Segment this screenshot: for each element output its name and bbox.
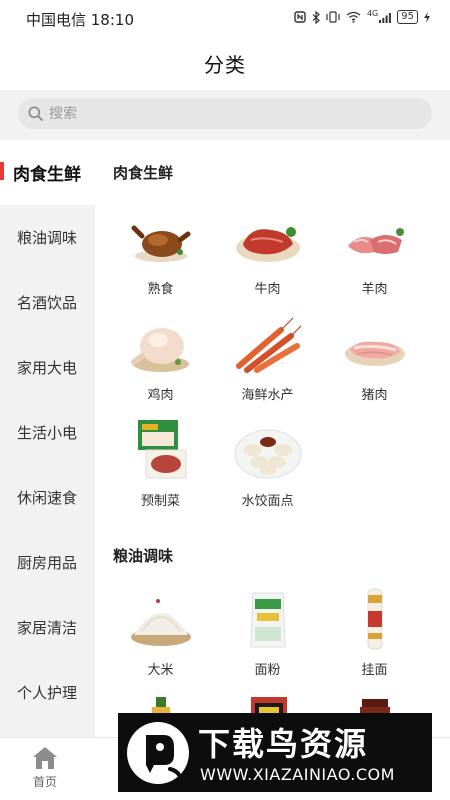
subcategory-item[interactable]: 猪肉: [321, 308, 428, 414]
subcategory-label: 牛肉: [254, 282, 281, 297]
subcategory-label: 羊肉: [361, 282, 388, 297]
search-icon: [28, 106, 43, 121]
search-box[interactable]: [18, 98, 432, 129]
sidebar-item-kitchenware[interactable]: 厨房用品: [0, 530, 95, 595]
subcategory-item[interactable]: 预制菜: [107, 414, 214, 520]
header: 分类: [0, 34, 450, 90]
category-sidebar: 肉食生鲜 粮油调味 名酒饮品 家用大电 生活小电 休闲速食 厨房用品 家居清洁 …: [0, 140, 95, 737]
sidebar-item-label: 生活小电: [17, 424, 78, 442]
subcategory-label: 猪肉: [361, 388, 388, 403]
search-bar: [0, 90, 450, 140]
sidebar-item-label: 休闲速食: [17, 489, 78, 507]
prepared-dish-icon: [137, 420, 186, 479]
network-type: 4G: [366, 8, 379, 18]
sidebar-item-label: 厨房用品: [17, 554, 78, 572]
subcategory-label: 海鲜水产: [241, 388, 294, 403]
section-title: 粮油调味: [113, 547, 174, 565]
status-icons: 4G 95: [294, 8, 430, 24]
lamb-icon: [347, 228, 404, 254]
category-content: 肉食生鲜 熟食 牛肉 羊肉 鸡肉 海鲜水产 猪肉 预制菜 水饺面点 粮油调味 大…: [95, 140, 450, 737]
sidebar-item-label: 家用大电: [17, 359, 78, 377]
beef-icon: [235, 227, 300, 262]
sidebar-item-liquor-drinks[interactable]: 名酒饮品: [0, 270, 95, 335]
watermark-title: 下载鸟资源: [198, 725, 369, 763]
roast-chicken-icon: [131, 225, 190, 262]
sidebar-item-label: 粮油调味: [17, 229, 78, 247]
signal-icon: [379, 12, 392, 23]
charging-icon: [424, 11, 430, 23]
status-bar: 中国电信 18:10 4G 95: [0, 0, 450, 34]
sidebar-item-label: 名酒饮品: [17, 294, 78, 312]
subcategory-item[interactable]: 鸡肉: [107, 308, 214, 414]
subcategory-item[interactable]: 熟食: [107, 202, 214, 308]
tab-home[interactable]: 首页: [10, 746, 80, 790]
subcategory-label: 熟食: [147, 282, 174, 297]
sidebar-item-large-appliances[interactable]: 家用大电: [0, 335, 95, 400]
search-input[interactable]: [49, 105, 409, 122]
flour-icon: [249, 592, 286, 648]
subcategory-item[interactable]: 大米: [107, 583, 214, 689]
shrimp-icon: [235, 317, 301, 373]
subcategory-item[interactable]: 羊肉: [321, 202, 428, 308]
bird-logo-icon: [127, 722, 189, 784]
sidebar-item-label: 个人护理: [17, 684, 78, 702]
pork-icon: [344, 341, 405, 366]
sidebar-item-small-appliances[interactable]: 生活小电: [0, 400, 95, 465]
sidebar-item-meat-fresh[interactable]: 肉食生鲜: [0, 140, 95, 205]
nfc-icon: [294, 11, 306, 23]
sidebar-item-label: 家居清洁: [17, 619, 78, 637]
sidebar-item-personal-care[interactable]: 个人护理: [0, 660, 95, 725]
bluetooth-icon: [312, 10, 320, 24]
subcategory-label: 面粉: [254, 663, 281, 678]
watermark-url: WWW.XIAZAINIAO.COM: [200, 765, 395, 784]
subcategory-item[interactable]: 面粉: [214, 583, 321, 689]
sidebar-item-home-cleaning[interactable]: 家居清洁: [0, 595, 95, 660]
sidebar-item-snacks[interactable]: 休闲速食: [0, 465, 95, 530]
sidebar-item-grain-oil[interactable]: 粮油调味: [0, 205, 95, 270]
home-icon: [33, 747, 57, 769]
sidebar-item-label: 肉食生鲜: [13, 165, 81, 185]
subcategory-label: 预制菜: [140, 494, 180, 509]
vibrate-icon: [326, 11, 340, 23]
dumplings-icon: [234, 429, 301, 479]
rice-icon: [130, 599, 191, 646]
battery-indicator: 95: [397, 10, 418, 24]
subcategory-grid: 熟食 牛肉 羊肉 鸡肉 海鲜水产 猪肉 预制菜 水饺面点: [107, 202, 447, 520]
subcategory-item[interactable]: 牛肉: [214, 202, 321, 308]
subcategory-label: 鸡肉: [147, 388, 174, 403]
noodles-icon: [367, 588, 382, 650]
subcategory-label: 大米: [147, 663, 174, 678]
subcategory-label: 水饺面点: [241, 494, 294, 509]
subcategory-label: 挂面: [361, 663, 388, 678]
subcategory-item[interactable]: 水饺面点: [214, 414, 321, 520]
watermark-banner: 下载鸟资源 WWW.XIAZAINIAO.COM: [118, 713, 432, 792]
page-title: 分类: [204, 53, 246, 77]
subcategory-item[interactable]: 挂面: [321, 583, 428, 689]
tab-label: 首页: [32, 775, 57, 789]
carrier-time: 中国电信 18:10: [26, 11, 134, 29]
chicken-icon: [130, 328, 189, 372]
subcategory-item[interactable]: 海鲜水产: [214, 308, 321, 414]
wifi-icon: [346, 11, 361, 23]
section-title: 肉食生鲜: [113, 164, 174, 182]
